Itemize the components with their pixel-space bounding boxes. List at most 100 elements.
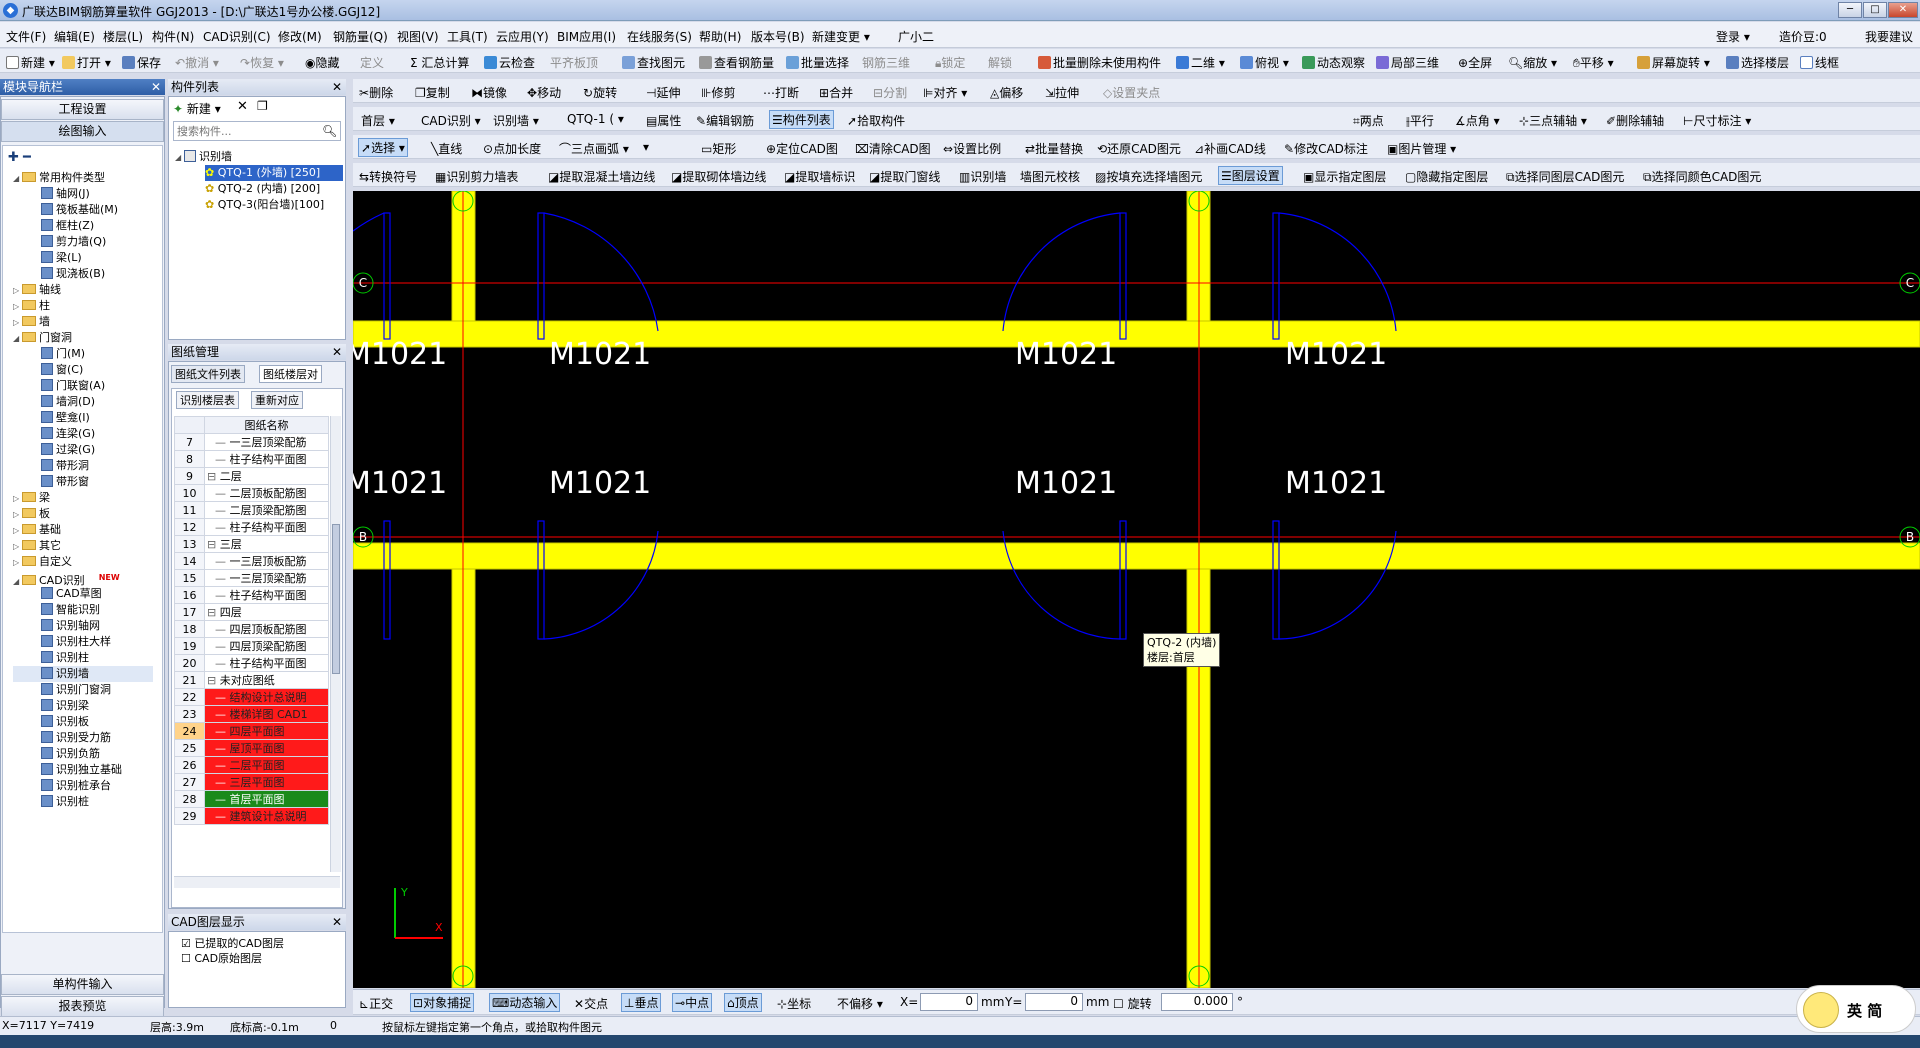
nav-tree-item[interactable]: 门(M)	[13, 346, 153, 362]
offset-button[interactable]: ◬偏移	[990, 84, 1023, 101]
menu-file[interactable]: 文件(F)	[6, 28, 46, 45]
drawing-row[interactable]: 9 ⊟ 二层	[174, 467, 329, 485]
arc-extra-dropdown[interactable]: ▾	[643, 140, 649, 154]
nav-tree-item[interactable]: 带形洞	[13, 458, 153, 474]
dimension-dropdown[interactable]: ⊢尺寸标注 ▾	[1683, 112, 1751, 129]
midpoint-snap[interactable]: ⊸中点	[672, 993, 713, 1012]
select-same-color-button[interactable]: ⧉选择同颜色CAD图元	[1643, 168, 1761, 185]
expand-icon[interactable]: ▷	[13, 523, 22, 539]
expand-icon[interactable]: ▷	[13, 299, 22, 315]
wall-select[interactable]: 识别墙 ▾	[493, 112, 539, 129]
collapse-icon[interactable]: ⊟	[207, 538, 220, 551]
restore-cad-button[interactable]: ⟲还原CAD图元	[1097, 140, 1181, 157]
drawing-row[interactable]: 22— 结构设计总说明	[174, 688, 329, 706]
nav-tree-folder[interactable]: ▷ 轴线	[13, 282, 153, 298]
set-grip-button[interactable]: ◇设置夹点	[1103, 84, 1160, 101]
menu-view[interactable]: 视图(V)	[397, 28, 439, 45]
nav-tree-item[interactable]: 识别墙	[13, 666, 153, 682]
nav-tree-folder[interactable]: ▷ 柱	[13, 298, 153, 314]
panel-close-icon[interactable]: ✕	[332, 914, 342, 930]
move-button[interactable]: ✥移动	[527, 84, 561, 101]
drawing-row[interactable]: 8— 柱子结构平面图	[174, 450, 329, 468]
vertex-snap[interactable]: ⌂顶点	[724, 993, 762, 1012]
ortho-toggle[interactable]: ⊾正交	[359, 995, 393, 1012]
locate-cad-button[interactable]: ⊕定位CAD图	[766, 140, 838, 157]
suggest-button[interactable]: 我要建议	[1865, 28, 1913, 45]
menu-bim[interactable]: BIM应用(I)	[557, 28, 616, 45]
nav-tree-item[interactable]: 梁(L)	[13, 250, 153, 266]
menu-assistant[interactable]: 广小二	[898, 28, 934, 45]
component-item[interactable]: ✿ QTQ-1 (外墙) [250]	[205, 165, 343, 181]
layer-extracted[interactable]: ☑ 已提取的CAD图层	[181, 935, 284, 951]
menu-new-change[interactable]: 新建变更 ▾	[812, 28, 870, 45]
new-button[interactable]: 新建 ▾	[6, 54, 55, 71]
menu-cad[interactable]: CAD识别(C)	[203, 28, 271, 45]
extract-door-window-button[interactable]: ◪提取门窗线	[869, 168, 940, 185]
panel-close-icon[interactable]: ✕	[332, 79, 342, 95]
scrollbar-thumb[interactable]	[332, 524, 340, 674]
new-component-button[interactable]: ✦ 新建 ▾	[173, 100, 221, 117]
set-scale-button[interactable]: ⇔设置比例	[943, 140, 1001, 157]
nav-tree-item[interactable]: 连梁(G)	[13, 426, 153, 442]
perpendicular-snap[interactable]: ⊥垂点	[621, 993, 662, 1012]
intersect-snap[interactable]: ✕交点	[574, 995, 608, 1012]
expand-icon[interactable]: ▷	[13, 539, 22, 555]
nav-tree-item[interactable]: CAD草图	[13, 586, 153, 602]
menu-version[interactable]: 版本号(B)	[751, 28, 805, 45]
nav-tree-item[interactable]: 识别独立基础	[13, 762, 153, 778]
nav-tree-folder[interactable]: ▷ 自定义	[13, 554, 153, 570]
nav-tree-item[interactable]: 筏板基础(M)	[13, 202, 153, 218]
nav-tree-folder[interactable]: ◢ 门窗洞	[13, 330, 153, 346]
drawing-input-button[interactable]: 绘图输入	[1, 121, 164, 142]
picture-mgmt-dropdown[interactable]: ▣图片管理 ▾	[1387, 140, 1456, 157]
rebar-3d-button[interactable]: 钢筋三维	[862, 54, 910, 71]
drawing-row[interactable]: 25— 屋顶平面图	[174, 739, 329, 757]
two-point-axis-button[interactable]: ⌗两点	[1353, 112, 1384, 129]
top-view-dropdown[interactable]: 俯视 ▾	[1240, 54, 1289, 71]
tab-drawing-floor[interactable]: 图纸楼层对	[259, 365, 322, 383]
break-button[interactable]: ⋯打断	[763, 84, 799, 101]
pan-dropdown[interactable]: ✋︎平移 ▾	[1573, 54, 1614, 71]
extend-button[interactable]: ⊣延伸	[646, 84, 680, 101]
drawing-row[interactable]: 20— 柱子结构平面图	[174, 654, 329, 672]
delete-button[interactable]: ✂删除	[359, 84, 393, 101]
drawing-row[interactable]: 7— 一三层顶梁配筋	[174, 433, 329, 451]
expand-icon[interactable]: ▷	[13, 315, 22, 331]
nav-tree-item[interactable]: 带形窗	[13, 474, 153, 490]
hide-layer-button[interactable]: ▢隐藏指定图层	[1405, 168, 1488, 185]
nav-tree-item[interactable]: 识别门窗洞	[13, 682, 153, 698]
component-list-toggle[interactable]: ☰构件列表	[769, 110, 834, 129]
component-select[interactable]: QTQ-1 ( ▾	[567, 112, 624, 126]
nav-tree-folder[interactable]: ▷ 基础	[13, 522, 153, 538]
rotate-input[interactable]: 0.000	[1161, 993, 1233, 1011]
select-button[interactable]: ➚选择 ▾	[358, 138, 408, 157]
drawing-row[interactable]: 15— 一三层顶梁配筋	[174, 569, 329, 587]
drawing-row[interactable]: 17 ⊟ 四层	[174, 603, 329, 621]
zoom-dropdown[interactable]: 🔍︎缩放 ▾	[1508, 54, 1557, 71]
undo-button[interactable]: ↶撤消 ▾	[175, 54, 219, 71]
nav-tree-item[interactable]: 轴网(J)	[13, 186, 153, 202]
identify-wall-button[interactable]: ▥识别墙	[959, 168, 1006, 185]
cad-drawing[interactable]: C C B B M1021 M1021 M1021 M1021 M1021 M1…	[353, 191, 1920, 988]
drawing-row[interactable]: 19— 四层顶梁配筋图	[174, 637, 329, 655]
view-2d-dropdown[interactable]: 二维 ▾	[1176, 54, 1225, 71]
nav-tree-item[interactable]: 识别柱	[13, 650, 153, 666]
menu-edit[interactable]: 编辑(E)	[54, 28, 95, 45]
offset-dropdown[interactable]: 不偏移 ▾	[837, 995, 883, 1012]
expand-icon[interactable]: ▷	[13, 555, 22, 571]
nav-tree-item[interactable]: 墙洞(D)	[13, 394, 153, 410]
re-match-button[interactable]: 重新对应	[251, 391, 303, 409]
menu-cloud[interactable]: 云应用(Y)	[496, 28, 549, 45]
project-settings-button[interactable]: 工程设置	[1, 99, 164, 120]
y-input[interactable]: 0	[1025, 993, 1083, 1011]
identify-floor-table-button[interactable]: 识别楼层表	[176, 391, 239, 409]
nav-tree-item[interactable]: 壁龛(I)	[13, 410, 153, 426]
select-by-fill-button[interactable]: ▨按填充选择墙图元	[1095, 168, 1202, 185]
expand-icon[interactable]: ◢	[13, 171, 22, 187]
drawing-row[interactable]: 28— 首层平面图	[174, 790, 329, 808]
modify-cad-label-button[interactable]: ✎修改CAD标注	[1284, 140, 1368, 157]
summary-calc-button[interactable]: Σ 汇总计算	[410, 54, 469, 71]
tab-drawing-files[interactable]: 图纸文件列表	[171, 365, 245, 383]
nav-tree-item[interactable]: 剪力墙(Q)	[13, 234, 153, 250]
nav-tree-item[interactable]: 现浇板(B)	[13, 266, 153, 282]
